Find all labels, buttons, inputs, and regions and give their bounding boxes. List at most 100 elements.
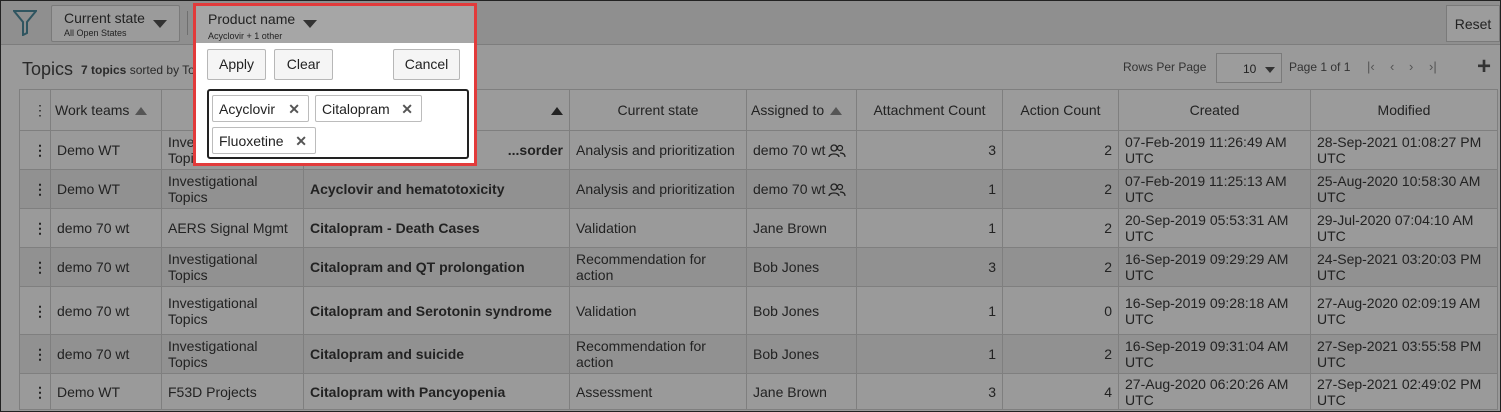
cell-work-team: demo 70 wt	[50, 286, 162, 335]
row-menu-icon[interactable]: ⋮	[19, 169, 51, 209]
cell-topic-type: Investigational Topics	[161, 286, 304, 335]
cell-current-state: Assessment	[569, 373, 747, 410]
rows-per-page-label: Rows Per Page	[1123, 60, 1207, 74]
column-action-count[interactable]: Action Count	[1002, 89, 1119, 131]
column-attachment-count[interactable]: Attachment Count	[856, 89, 1003, 131]
row-menu-icon[interactable]: ⋮	[19, 286, 51, 335]
cell-assigned-to-value: demo 70 wt	[753, 180, 826, 197]
next-page-icon[interactable]: ›	[1409, 59, 1413, 74]
sort-asc-icon	[551, 107, 563, 116]
table-row[interactable]: ⋮ demo 70 wt AERS Signal Mgmt Citalopram…	[19, 208, 1498, 248]
product-name-filter-header[interactable]: Product name Acyclovir + 1 other	[196, 6, 474, 43]
row-menu-icon[interactable]: ⋮	[19, 130, 51, 170]
cell-attachment-count: 1	[856, 286, 1003, 335]
table-row[interactable]: ⋮ demo 70 wt Investigational Topics Cita…	[19, 334, 1498, 374]
column-assigned-to[interactable]: Assigned to	[746, 89, 857, 131]
column-modified-label: Modified	[1377, 102, 1431, 118]
cell-topic-name[interactable]: Acyclovir and hematotoxicity	[303, 169, 570, 209]
apply-button[interactable]: Apply	[207, 49, 266, 80]
column-created[interactable]: Created	[1118, 89, 1311, 131]
current-state-filter-value: All Open States	[64, 28, 127, 38]
rows-per-page-value: 10	[1243, 62, 1257, 76]
cell-attachment-count: 3	[856, 373, 1003, 410]
cell-assigned-to-value: demo 70 wt	[753, 141, 826, 158]
cell-assigned-to: Jane Brown	[746, 208, 857, 248]
row-menu-icon[interactable]: ⋮	[19, 373, 51, 410]
column-modified[interactable]: Modified	[1310, 89, 1498, 131]
clear-button[interactable]: Clear	[274, 49, 333, 80]
cell-action-count: 2	[1002, 334, 1119, 374]
remove-tag-icon[interactable]: ✕	[288, 101, 300, 118]
prev-page-icon[interactable]: ‹	[1390, 59, 1394, 74]
product-tag-label: Fluoxetine	[219, 133, 284, 149]
add-topic-icon[interactable]: +	[1477, 53, 1491, 81]
cell-current-state: Validation	[569, 286, 747, 335]
row-menu-icon[interactable]: ⋮	[19, 334, 51, 374]
cell-modified: 29-Jul-2020 07:04:10 AM UTC	[1310, 208, 1498, 248]
filter-icon[interactable]	[13, 10, 37, 36]
current-state-filter[interactable]: Current state All Open States	[51, 5, 180, 42]
cell-work-team: demo 70 wt	[50, 247, 162, 287]
product-tag-label: Acyclovir	[219, 101, 276, 117]
cell-topic-name[interactable]: Citalopram and QT prolongation	[303, 247, 570, 287]
sort-asc-icon	[830, 107, 843, 116]
cell-topic-name[interactable]: Citalopram and suicide	[303, 334, 570, 374]
column-current-state-label: Current state	[617, 102, 699, 118]
product-tag: Acyclovir ✕	[212, 95, 309, 122]
cell-topic-type: Investigational Topics	[161, 247, 304, 287]
cell-attachment-count: 1	[856, 208, 1003, 248]
cell-assigned-to: Bob Jones	[746, 247, 857, 287]
cell-work-team: Demo WT	[50, 373, 162, 410]
first-page-icon[interactable]: |‹	[1367, 59, 1375, 74]
cell-created: 16-Sep-2019 09:29:29 AM UTC	[1118, 247, 1311, 287]
column-assigned-to-label: Assigned to	[751, 102, 825, 118]
product-tag-label: Citalopram	[322, 101, 390, 117]
column-attachment-count-label: Attachment Count	[873, 102, 986, 118]
remove-tag-icon[interactable]: ✕	[401, 101, 413, 118]
cell-current-state: Validation	[569, 208, 747, 248]
page-indicator: Page 1 of 1	[1289, 60, 1351, 74]
cell-attachment-count: 3	[856, 247, 1003, 287]
cell-topic-name[interactable]: Citalopram with Pancyopenia	[303, 373, 570, 410]
topics-count: 7 topics sorted by To	[81, 63, 196, 77]
cell-attachment-count: 3	[856, 130, 1003, 170]
cell-current-state: Recommendation for action	[569, 247, 747, 287]
cell-assigned-to: Jane Brown	[746, 373, 857, 410]
team-icon	[828, 144, 846, 158]
header-menu-icon[interactable]: ⋮	[19, 89, 51, 131]
cancel-button[interactable]: Cancel	[393, 49, 460, 80]
product-tag: Citalopram ✕	[315, 95, 422, 122]
cell-current-state: Analysis and prioritization	[569, 169, 747, 209]
remove-tag-icon[interactable]: ✕	[295, 133, 307, 150]
cell-assigned-to: demo 70 wt	[746, 169, 857, 209]
cell-topic-type: Investigational Topics	[161, 334, 304, 374]
cell-topic-type: F53D Projects	[161, 373, 304, 410]
product-tag-input[interactable]: Acyclovir ✕ Citalopram ✕ Fluoxetine ✕	[207, 89, 469, 159]
row-menu-icon[interactable]: ⋮	[19, 247, 51, 287]
cell-attachment-count: 1	[856, 169, 1003, 209]
column-created-label: Created	[1189, 102, 1240, 118]
table-row[interactable]: ⋮ Demo WT Investigational Topics Acyclov…	[19, 169, 1498, 209]
cell-assigned-to: Bob Jones	[746, 286, 857, 335]
cell-action-count: 2	[1002, 208, 1119, 248]
cell-modified: 27-Sep-2021 03:55:58 PM UTC	[1310, 334, 1498, 374]
last-page-icon[interactable]: ›|	[1429, 59, 1437, 74]
rows-per-page-select[interactable]: 10	[1216, 53, 1282, 83]
column-work-teams[interactable]: Work teams	[50, 89, 162, 131]
cell-work-team: Demo WT	[50, 130, 162, 170]
reset-button[interactable]: Reset	[1446, 5, 1500, 42]
cell-topic-name[interactable]: Citalopram - Death Cases	[303, 208, 570, 248]
cell-created: 16-Sep-2019 09:31:04 AM UTC	[1118, 334, 1311, 374]
column-current-state[interactable]: Current state	[569, 89, 747, 131]
chevron-down-icon	[303, 20, 317, 28]
app-window: Current state All Open States Reset Topi…	[0, 0, 1501, 412]
cell-topic-name[interactable]: Citalopram and Serotonin syndrome	[303, 286, 570, 335]
table-row[interactable]: ⋮ demo 70 wt Investigational Topics Cita…	[19, 247, 1498, 287]
table-row[interactable]: ⋮ demo 70 wt Investigational Topics Cita…	[19, 286, 1498, 335]
topics-count-value: 7 topics	[81, 63, 127, 77]
cell-modified: 28-Sep-2021 01:08:27 PM UTC	[1310, 130, 1498, 170]
chevron-down-icon	[153, 20, 167, 28]
table-row[interactable]: ⋮ Demo WT F53D Projects Citalopram with …	[19, 373, 1498, 410]
row-menu-icon[interactable]: ⋮	[19, 208, 51, 248]
cell-created: 16-Sep-2019 09:28:18 AM UTC	[1118, 286, 1311, 335]
